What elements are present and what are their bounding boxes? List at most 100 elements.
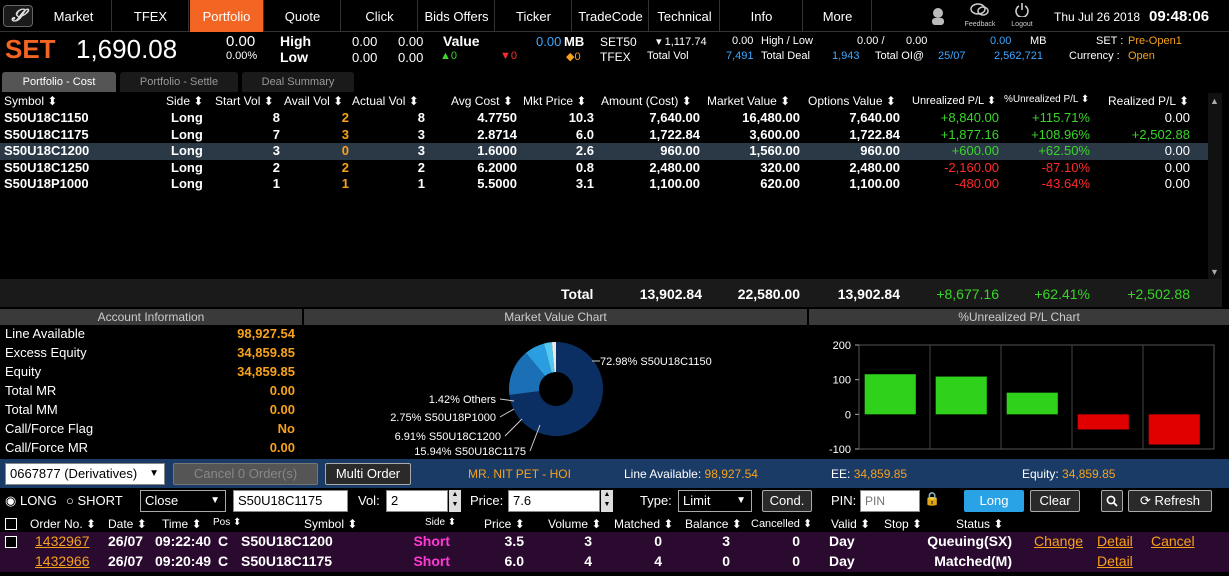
scroll-up-icon[interactable]: ▲: [1210, 96, 1219, 106]
order-row[interactable]: 1432967 26/07 09:22:40 C S50U18C1200 Short 3.5…: [0, 532, 1229, 552]
portfolio-scrollbar[interactable]: ▲ ▼: [1208, 93, 1222, 279]
col-amount-cost[interactable]: Amount (Cost) ⬍: [601, 94, 692, 108]
account-row: Equity 34,859.85: [5, 364, 295, 383]
col-start-vol[interactable]: Start Vol ⬍: [215, 94, 274, 108]
cell-symbol: S50U18C1150: [4, 110, 89, 125]
col-stop[interactable]: Stop ⬍: [884, 517, 922, 531]
col-side[interactable]: Side ⬍: [425, 517, 456, 528]
cell-amount-cost: 960.00: [660, 143, 700, 159]
portfolio-row[interactable]: S50U18P1000 Long 1 1 1 5.5000 3.1 1,100.00 620.0…: [0, 176, 1222, 193]
account-label: Equity: [5, 364, 42, 379]
col-avg-cost[interactable]: Avg Cost ⬍: [451, 94, 513, 108]
order-checkbox[interactable]: [5, 536, 17, 548]
col-balance[interactable]: Balance ⬍: [685, 517, 742, 531]
account-select[interactable]: 0667877 (Derivatives) ▼: [5, 463, 165, 485]
tab-portfolio-settle[interactable]: Portfolio - Settle: [120, 72, 238, 92]
cell-unrealized-pl: +1,877.16: [940, 126, 999, 142]
cell-pct-unrealized-pl: +62.50%: [1038, 143, 1090, 159]
pie-leader-line: [499, 408, 515, 418]
scroll-down-icon[interactable]: ▼: [1210, 267, 1219, 277]
clear-button[interactable]: Clear: [1030, 490, 1080, 512]
col-time[interactable]: Time ⬍: [162, 517, 202, 531]
nav-ticker[interactable]: Ticker: [496, 0, 572, 32]
pie-label: 2.75% S50U18P1000: [390, 412, 496, 424]
price-input[interactable]: 7.6: [508, 490, 600, 512]
col-side[interactable]: Side ⬍: [166, 94, 203, 108]
portfolio-row[interactable]: S50U18C1200 Long 3 0 3 1.6000 2.6 960.00 1,560.0…: [0, 143, 1222, 160]
col-cancelled[interactable]: Cancelled ⬍: [751, 517, 812, 530]
position-select[interactable]: Close ▼: [140, 490, 226, 512]
sort-icon: ⬍: [47, 94, 58, 108]
high-value-2: 0.00: [398, 34, 424, 49]
cell-symbol: S50U18C1250: [4, 159, 90, 175]
volume-input[interactable]: 2: [386, 490, 448, 512]
order-cell-order-no[interactable]: 1432966: [35, 553, 105, 569]
portfolio-row[interactable]: S50U18C1175 Long 7 3 3 2.8714 6.0 1,722.84 3,600…: [0, 127, 1222, 144]
tab-portfolio-cost[interactable]: Portfolio - Cost: [2, 72, 116, 92]
portfolio-row[interactable]: S50U18C1150 Long 8 2 8 4.7750 10.3 7,640.00 16,4…: [0, 110, 1222, 127]
symbol-input[interactable]: S50U18C1175: [233, 490, 348, 512]
refresh-button[interactable]: ⟳ Refresh: [1128, 490, 1212, 512]
account-value: 34,859.85: [237, 345, 295, 360]
col-actual-vol[interactable]: Actual Vol ⬍: [352, 94, 419, 108]
col-avail-vol[interactable]: Avail Vol ⬍: [284, 94, 343, 108]
pin-input[interactable]: [860, 490, 920, 512]
order-change-link[interactable]: Change: [1034, 533, 1083, 549]
cell-side: Long: [171, 126, 203, 142]
avatar-icon[interactable]: [928, 6, 948, 26]
account-value: 0.00: [269, 402, 295, 417]
order-cell-order-no[interactable]: 1432967: [35, 533, 105, 549]
col-price[interactable]: Price ⬍: [484, 517, 525, 531]
col-options-value[interactable]: Options Value ⬍: [808, 94, 896, 108]
col-matched[interactable]: Matched ⬍: [614, 517, 673, 531]
nav-portfolio[interactable]: Portfolio: [190, 0, 264, 32]
portfolio-row[interactable]: S50U18C1250 Long 2 2 2 6.2000 0.8 2,480.00 320.0…: [0, 160, 1222, 177]
col-date[interactable]: Date ⬍: [108, 517, 147, 531]
long-radio[interactable]: ◉ LONG: [5, 493, 57, 509]
col-status[interactable]: Status ⬍: [956, 517, 1003, 531]
col-unrealized-pl[interactable]: Unrealized P/L ⬍: [912, 94, 996, 107]
long-button[interactable]: Long: [964, 490, 1024, 512]
col-symbol[interactable]: Symbol ⬍: [4, 94, 57, 108]
total-vol-value: 7,491: [726, 50, 754, 62]
multi-order-button[interactable]: Multi Order: [325, 463, 411, 485]
col-market-value[interactable]: Market Value ⬍: [707, 94, 790, 108]
nav-tradecode[interactable]: TradeCode: [573, 0, 649, 32]
total-pct-unrealized-pl: +62.41%: [1034, 286, 1090, 302]
order-type-select[interactable]: Limit ▼: [678, 490, 752, 512]
order-detail-link[interactable]: Detail: [1097, 533, 1133, 549]
nav-tfex[interactable]: TFEX: [113, 0, 189, 32]
nav-more[interactable]: More: [804, 0, 872, 32]
condition-button[interactable]: Cond.: [762, 490, 812, 512]
total-options-value: 13,902.84: [837, 286, 900, 302]
nav-bids-offers[interactable]: Bids Offers: [419, 0, 495, 32]
col-realized-pl[interactable]: Realized P/L ⬍: [1108, 94, 1189, 108]
col-volume[interactable]: Volume ⬍: [548, 517, 601, 531]
nav-market[interactable]: Market: [36, 0, 112, 32]
customer-name: MR. NIT PET - HOI: [468, 467, 571, 481]
nav-info[interactable]: Info: [721, 0, 803, 32]
order-row[interactable]: 1432966 26/07 09:20:49 C S50U18C1175 Short 6.0…: [0, 552, 1229, 572]
short-radio[interactable]: ○ SHORT: [66, 493, 123, 508]
nav-quote[interactable]: Quote: [265, 0, 341, 32]
price-stepper[interactable]: ▲ ▼: [601, 490, 613, 512]
search-button[interactable]: [1101, 490, 1123, 512]
cell-realized-pl: 0.00: [1164, 143, 1190, 159]
select-all-checkbox[interactable]: [5, 518, 17, 530]
col-pct-unrealized-pl[interactable]: %Unrealized P/L ⬍: [1004, 94, 1089, 105]
cancel-orders-button[interactable]: Cancel 0 Order(s): [173, 463, 318, 485]
volume-stepper[interactable]: ▲ ▼: [449, 490, 461, 512]
col-mkt-price[interactable]: Mkt Price ⬍: [523, 94, 586, 108]
col-order-no[interactable]: Order No. ⬍: [30, 517, 96, 531]
cell-start-vol: 8: [272, 110, 280, 125]
nav-click[interactable]: Click: [342, 0, 418, 32]
order-cancel-link[interactable]: Cancel: [1151, 533, 1195, 549]
col-symbol[interactable]: Symbol ⬍: [304, 517, 357, 531]
nav-technical[interactable]: Technical: [650, 0, 720, 32]
col-pos[interactable]: Pos ⬍: [213, 517, 241, 528]
order-detail-link[interactable]: Detail: [1097, 553, 1133, 569]
col-valid[interactable]: Valid ⬍: [831, 517, 870, 531]
tab-deal-summary[interactable]: Deal Summary: [242, 72, 354, 92]
feedback-button[interactable]: Feedback: [963, 3, 997, 31]
logout-button[interactable]: Logout: [1008, 3, 1036, 31]
